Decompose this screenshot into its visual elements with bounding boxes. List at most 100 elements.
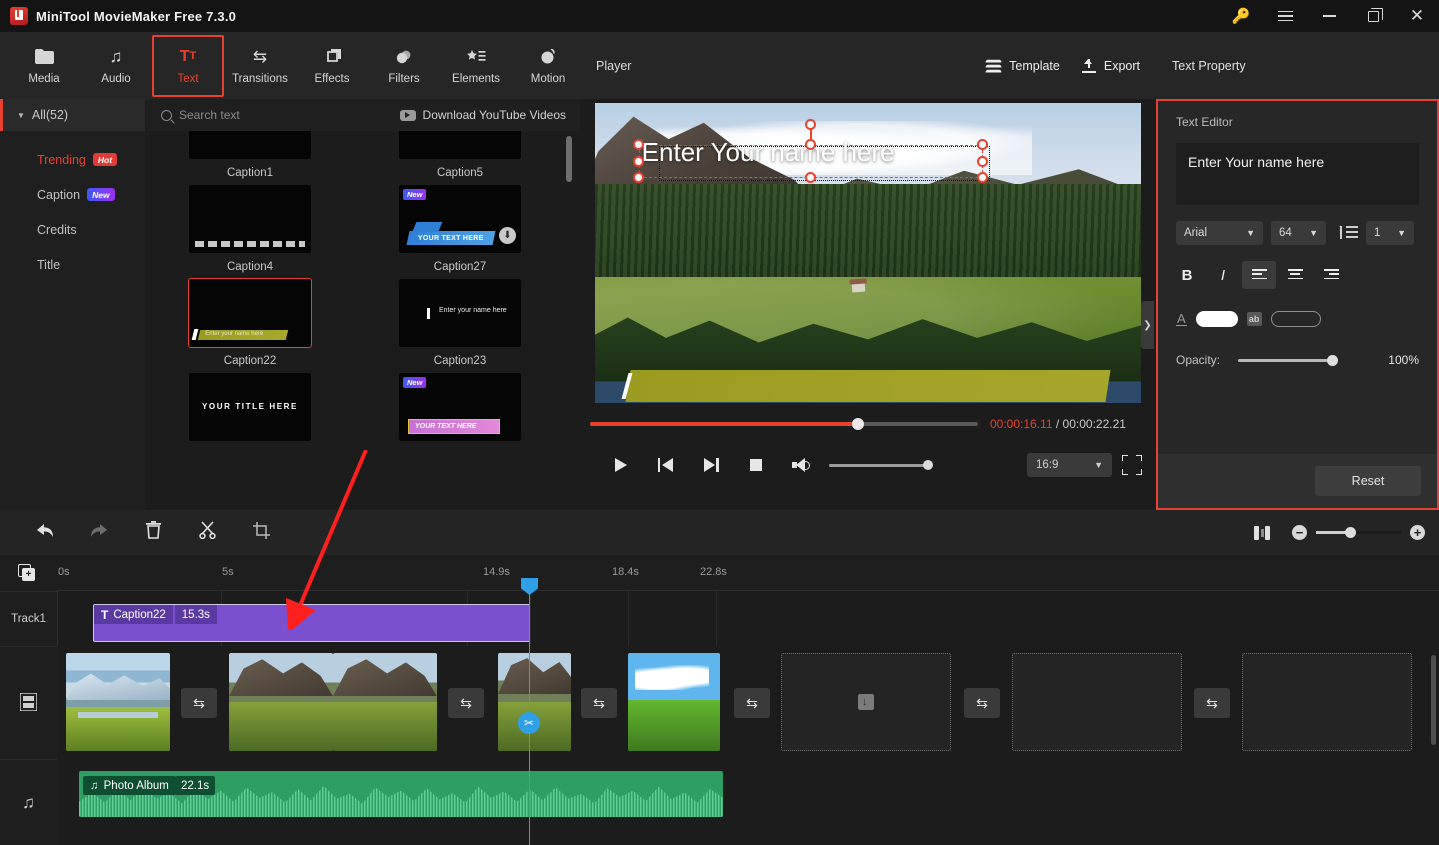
opacity-slider[interactable]: [1238, 354, 1339, 366]
transition-button[interactable]: ⇆: [581, 688, 617, 718]
bold-button[interactable]: B: [1170, 261, 1204, 289]
template-thumbnail[interactable]: [399, 131, 521, 159]
category-item-title[interactable]: Title: [0, 247, 145, 282]
toolbar-item-transitions[interactable]: ⇆ Transitions: [224, 37, 296, 95]
seek-bar[interactable]: [590, 418, 978, 430]
redo-button[interactable]: [72, 517, 126, 549]
text-track-row[interactable]: T Caption22 15.3s: [57, 591, 1439, 646]
track-label-text[interactable]: Track1: [0, 591, 57, 646]
close-icon[interactable]: ✕: [1395, 0, 1439, 32]
toolbar-item-media[interactable]: Media: [8, 37, 80, 95]
play-button[interactable]: [598, 445, 643, 485]
zoom-out-button[interactable]: −: [1292, 525, 1307, 540]
empty-media-slot[interactable]: [1242, 653, 1412, 751]
transition-button[interactable]: ⇆: [964, 688, 1000, 718]
fullscreen-button[interactable]: [1122, 455, 1142, 475]
video-clip[interactable]: [628, 653, 720, 751]
video-clip[interactable]: [333, 653, 437, 751]
crop-button[interactable]: [234, 517, 288, 549]
timeline-playhead[interactable]: ✂: [518, 578, 540, 845]
empty-media-slot[interactable]: [1012, 653, 1182, 751]
opacity-handle[interactable]: [1327, 354, 1339, 366]
volume-handle[interactable]: [923, 460, 933, 470]
transition-button[interactable]: ⇆: [734, 688, 770, 718]
key-icon[interactable]: 🔑: [1219, 0, 1263, 32]
hamburger-menu-icon[interactable]: [1263, 0, 1307, 32]
maximize-icon[interactable]: [1351, 0, 1395, 32]
video-preview[interactable]: Enter Your name here: [595, 102, 1141, 403]
template-card[interactable]: Caption5: [355, 131, 565, 179]
template-thumbnail[interactable]: [189, 185, 311, 253]
delete-button[interactable]: [126, 517, 180, 549]
download-youtube-videos-button[interactable]: Download YouTube Videos: [399, 108, 566, 122]
split-button[interactable]: [180, 517, 234, 549]
download-icon[interactable]: ⬇: [499, 227, 516, 244]
toolbar-item-elements[interactable]: Elements: [440, 37, 512, 95]
transition-button[interactable]: ⇆: [181, 688, 217, 718]
template-button[interactable]: Template: [985, 59, 1060, 73]
seek-handle[interactable]: [851, 418, 864, 430]
template-card[interactable]: Caption4: [145, 179, 355, 273]
align-center-button[interactable]: [1278, 261, 1312, 289]
fit-to-window-button[interactable]: [1242, 518, 1282, 548]
audio-clip[interactable]: ♫ Photo Album 22.1s: [79, 771, 723, 817]
track-label-video[interactable]: [0, 646, 57, 759]
template-thumbnail[interactable]: [189, 131, 311, 159]
video-clip[interactable]: [66, 653, 170, 751]
timeline-ruler[interactable]: + 0s 5s 14.9s 18.4s 22.8s: [0, 555, 1439, 591]
reset-button[interactable]: Reset: [1315, 466, 1421, 496]
template-card[interactable]: YOUR TITLE HERE: [145, 367, 355, 441]
resize-handle-mr[interactable]: [977, 155, 989, 167]
background-color-swatch[interactable]: [1270, 311, 1321, 327]
add-track-icon[interactable]: +: [18, 564, 38, 582]
template-card[interactable]: New YOUR TEXT HERE ⬇ Caption27: [355, 179, 565, 273]
toolbar-item-effects[interactable]: Effects: [296, 37, 368, 95]
template-card-selected[interactable]: Enter your name here Caption22: [145, 273, 355, 367]
font-size-select[interactable]: 64 ▼: [1271, 221, 1326, 245]
transition-button[interactable]: ⇆: [448, 688, 484, 718]
category-item-credits[interactable]: Credits: [0, 212, 145, 247]
transition-button[interactable]: ⇆: [1194, 688, 1230, 718]
zoom-handle[interactable]: [1345, 526, 1356, 538]
category-item-caption[interactable]: Caption New: [0, 177, 145, 212]
toolbar-item-motion[interactable]: Motion: [512, 37, 584, 95]
export-button[interactable]: Export: [1081, 58, 1140, 73]
toolbar-item-text[interactable]: TT Text: [152, 34, 224, 97]
template-thumbnail[interactable]: YOUR TITLE HERE: [189, 373, 311, 441]
rotate-handle[interactable]: [805, 118, 817, 130]
panel-collapse-button[interactable]: ❯: [1141, 301, 1154, 349]
zoom-slider[interactable]: [1316, 526, 1401, 538]
volume-slider[interactable]: [829, 460, 933, 470]
track-label-audio[interactable]: ♫: [0, 759, 57, 845]
audio-track-row[interactable]: ♫ Photo Album 22.1s: [57, 759, 1439, 845]
category-item-trending[interactable]: Trending Hot: [0, 142, 145, 177]
video-track-row[interactable]: ⇆ ⇆ ⇆ ⇆ ↓ ⇆ ⇆: [57, 646, 1439, 759]
timeline-vertical-scrollbar[interactable]: [1431, 655, 1436, 745]
aspect-ratio-select[interactable]: 16:9 ▼: [1027, 453, 1112, 477]
previous-frame-button[interactable]: [643, 445, 688, 485]
resize-handle-ml[interactable]: [633, 155, 645, 167]
zoom-in-button[interactable]: +: [1410, 525, 1425, 540]
empty-media-slot[interactable]: [781, 653, 951, 751]
video-clip[interactable]: [229, 653, 333, 751]
template-thumbnail[interactable]: Enter your name here: [399, 279, 521, 347]
align-right-button[interactable]: [1314, 261, 1348, 289]
template-card[interactable]: New YOUR TEXT HERE: [355, 367, 565, 441]
template-card[interactable]: Enter your name here Caption23: [355, 273, 565, 367]
search-input[interactable]: Search text: [161, 108, 240, 122]
template-thumbnail[interactable]: New YOUR TEXT HERE ⬇: [399, 185, 521, 253]
video-clip[interactable]: [498, 653, 571, 751]
text-color-swatch[interactable]: [1195, 311, 1238, 327]
text-clip[interactable]: T Caption22 15.3s: [93, 604, 530, 642]
stop-button[interactable]: [733, 445, 778, 485]
template-thumbnail[interactable]: New YOUR TEXT HERE: [399, 373, 521, 441]
text-overlay-box[interactable]: Enter Your name here: [633, 118, 990, 183]
line-spacing-select[interactable]: 1 ▼: [1366, 221, 1414, 245]
italic-button[interactable]: I: [1206, 261, 1240, 289]
minimize-icon[interactable]: [1307, 0, 1351, 32]
template-grid[interactable]: Caption1 Caption5 Caption4 New YOUR TEXT…: [145, 131, 580, 510]
playhead-split-button[interactable]: ✂: [518, 712, 540, 734]
toolbar-item-filters[interactable]: Filters: [368, 37, 440, 95]
toolbar-item-audio[interactable]: ♫ Audio: [80, 37, 152, 95]
align-left-button[interactable]: [1242, 261, 1276, 289]
